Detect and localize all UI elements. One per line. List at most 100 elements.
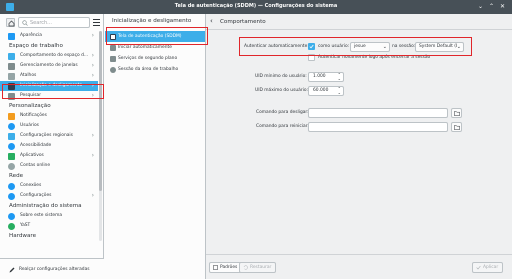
appearance-icon — [8, 33, 15, 40]
reset-button[interactable]: Restaurar — [239, 262, 277, 273]
spin-arrows-icon[interactable]: ⌃ ⌄ — [338, 87, 341, 95]
uid-min-spinbox[interactable]: 1.000 ⌃ ⌄ — [308, 72, 344, 82]
bottom-button-bar: Padrões Restaurar Aplicar — [206, 254, 512, 279]
spin-arrows-icon[interactable]: ⌃ ⌄ — [338, 73, 341, 81]
sidebar-item[interactable]: Gerenciamento de janelas › — [0, 61, 98, 71]
sidebar-item[interactable]: Contas online — [0, 161, 98, 171]
checkmark-icon — [476, 265, 481, 270]
minimize-icon[interactable]: ⌄ — [476, 2, 485, 11]
sidebar-item[interactable]: Acessibilidade — [0, 141, 98, 151]
chevron-right-icon: › — [91, 52, 94, 59]
applications-icon — [8, 153, 15, 160]
user-select[interactable]: jesue ⌄ — [350, 42, 390, 52]
subcategory-item[interactable]: Sessão da área de trabalho — [105, 64, 205, 75]
subcategory-item[interactable]: Serviços de segundo plano — [105, 53, 205, 64]
main-panel: ‹ Comportamento Autenticar automaticamen… — [206, 14, 512, 279]
startup-shutdown-icon — [8, 83, 15, 90]
subcategory-item-label: Tela de autenticação (SDDM) — [118, 34, 182, 39]
window-titlebar: Tela de autenticação (SDDM) — Configuraç… — [0, 0, 512, 14]
sidebar-item-label: Gerenciamento de janelas — [20, 63, 78, 68]
sidebar-item[interactable]: Inicialização e desligamento › — [0, 81, 98, 91]
autostart-icon — [110, 45, 116, 51]
sidebar-item[interactable]: Conexões — [0, 181, 98, 191]
sidebar-item[interactable]: Pesquisar › — [0, 91, 98, 101]
sidebar-item-label: Conexões — [20, 183, 42, 188]
hamburger-menu-icon[interactable] — [93, 19, 100, 26]
page-title: Comportamento — [220, 19, 266, 25]
reboot-command-label: Comando para reiniciar: — [256, 124, 309, 129]
sidebar-item-label: Configurações regionais — [20, 133, 73, 138]
folder-icon — [454, 125, 460, 130]
chevron-right-icon: › — [91, 82, 94, 89]
chevron-right-icon: › — [91, 72, 94, 79]
home-icon[interactable] — [6, 18, 15, 27]
network-settings-icon — [8, 193, 15, 200]
session-select[interactable]: System Default (I ⌄ — [415, 42, 464, 52]
sidebar-item[interactable]: Configurações regionais › — [0, 131, 98, 141]
halt-command-input[interactable] — [308, 108, 448, 118]
autologin-checkbox[interactable] — [308, 43, 315, 50]
search-box[interactable] — [18, 17, 90, 28]
subcategory-item-label: Iniciar automaticamente — [118, 45, 172, 50]
window-management-icon — [8, 63, 15, 70]
sidebar-item[interactable]: Atalhos › — [0, 71, 98, 81]
relogin-checkbox[interactable] — [308, 54, 315, 61]
sidebar-item[interactable]: Aparência › — [0, 31, 98, 41]
reset-button-label: Restaurar — [250, 265, 272, 270]
background-services-icon — [110, 56, 116, 62]
reboot-command-browse-button[interactable] — [451, 122, 462, 132]
subcategory-item[interactable]: Iniciar automaticamente — [105, 42, 205, 53]
sidebar-item-label: Aparência — [20, 33, 42, 38]
back-arrow-icon[interactable]: ‹ — [210, 17, 213, 25]
sidebar-item[interactable]: Aplicativos › — [0, 151, 98, 161]
relogin-label: Autenticar novamente logo após encerrar … — [318, 55, 431, 60]
scrollbar-thumb[interactable] — [99, 31, 102, 191]
reboot-command-value — [309, 124, 312, 129]
sidebar-item[interactable]: Comportamento do espaço d... › — [0, 51, 98, 61]
apply-button[interactable]: Aplicar — [472, 262, 504, 273]
defaults-button[interactable]: Padrões — [209, 262, 243, 273]
shortcuts-icon — [8, 73, 15, 80]
sidebar-item[interactable]: Configurações › — [0, 191, 98, 201]
reboot-command-input[interactable] — [308, 122, 448, 132]
uid-max-value: 60.000 — [313, 88, 329, 93]
sidebar-category-heading: Personalização — [9, 103, 51, 109]
about-system-icon — [8, 213, 15, 220]
search-icon — [22, 20, 28, 26]
uid-max-spinbox[interactable]: 60.000 ⌃ ⌄ — [308, 86, 344, 96]
subcategory-panel: Inicialização e desligamento Tela de aut… — [104, 14, 206, 279]
chevron-right-icon: › — [91, 32, 94, 39]
uid-max-label: UID máximo do usuário: — [255, 88, 309, 93]
highlight-changed-button[interactable]: Realçar configurações alteradas — [0, 258, 104, 279]
close-icon[interactable]: ✕ — [498, 2, 507, 11]
session-select-value: System Default (I — [419, 44, 458, 49]
sidebar-item-label: Atalhos — [20, 73, 37, 78]
folder-icon — [454, 111, 460, 116]
subcategory-list: Tela de autenticação (SDDM) Iniciar autom… — [105, 31, 205, 75]
halt-command-browse-button[interactable] — [451, 108, 462, 118]
maximize-icon[interactable]: ⌃ — [487, 2, 496, 11]
uid-min-label: UID mínimo do usuário: — [255, 74, 307, 79]
sidebar-item[interactable]: Notificações — [0, 111, 98, 121]
subcategory-title: Inicialização e desligamento — [112, 18, 192, 24]
sidebar-item[interactable]: YaST — [0, 221, 98, 231]
subcategory-item[interactable]: Tela de autenticação (SDDM) — [105, 31, 205, 42]
sidebar-scrollbar[interactable] — [99, 31, 102, 241]
desktop-session-icon — [110, 67, 116, 73]
regional-settings-icon — [8, 133, 15, 140]
connections-icon — [8, 183, 15, 190]
checkmark-icon — [309, 44, 314, 49]
sidebar-category-heading: Hardware — [9, 233, 37, 239]
search-input[interactable] — [30, 19, 88, 27]
sidebar-item[interactable]: Sobre este sistema — [0, 211, 98, 221]
user-select-value: jesue — [354, 44, 366, 49]
chevron-right-icon: › — [91, 132, 94, 139]
uid-min-value: 1.000 — [313, 74, 326, 79]
sidebar-item-label: Aplicativos — [20, 153, 44, 158]
pen-icon — [9, 267, 15, 273]
sidebar-item[interactable]: Usuários — [0, 121, 98, 131]
chevron-right-icon: › — [91, 62, 94, 69]
sidebar-category-heading: Espaço de trabalho — [9, 43, 63, 49]
subcategory-item-label: Sessão da área de trabalho — [118, 67, 179, 72]
halt-command-label: Comando para desligar: — [256, 110, 309, 115]
